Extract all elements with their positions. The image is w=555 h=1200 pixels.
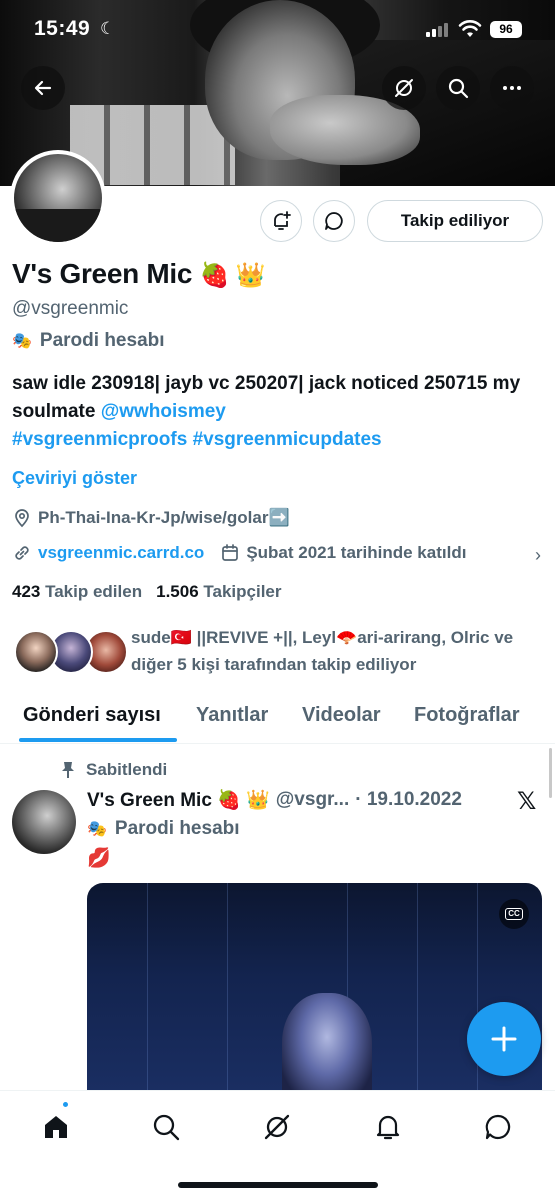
bio-text: saw idle 230918| jayb vc 250207| jack no… bbox=[12, 373, 521, 422]
active-tab-indicator bbox=[19, 738, 177, 742]
status-time: 15:49 bbox=[34, 17, 91, 40]
tab-posts[interactable]: Gönderi sayısı bbox=[23, 704, 161, 727]
bio-hashtags-link[interactable]: #vsgreenmicproofs #vsgreenmicupdates bbox=[12, 429, 382, 450]
nav-explore[interactable] bbox=[146, 1107, 186, 1147]
pinned-indicator: Sabitlendi bbox=[60, 760, 167, 780]
nav-notifications[interactable] bbox=[368, 1107, 408, 1147]
nav-home[interactable] bbox=[36, 1107, 76, 1147]
notifications-icon bbox=[376, 1115, 400, 1140]
x-logo-icon: 𝕏 bbox=[517, 788, 537, 815]
home-unread-dot bbox=[61, 1100, 70, 1109]
back-button[interactable] bbox=[21, 66, 65, 110]
back-arrow-icon bbox=[34, 80, 52, 96]
link-icon bbox=[15, 546, 29, 560]
followed-by-text[interactable]: sude🇹🇷 ||REVIVE +||, Leyl🪭ari-arirang, O… bbox=[131, 624, 541, 678]
closed-captions-button[interactable]: CC bbox=[499, 899, 529, 929]
post-author-name[interactable]: V's Green Mic 🍓 👑 bbox=[87, 788, 270, 812]
parody-label: Parodi hesabı bbox=[39, 330, 165, 351]
profile-tabs: Gönderi sayısı Yanıtlar Videolar Fotoğra… bbox=[0, 698, 555, 744]
nav-messages[interactable] bbox=[478, 1107, 518, 1147]
message-icon bbox=[325, 212, 343, 230]
followers-label: Takipçiler bbox=[203, 582, 282, 601]
follow-counts: 423 Takip edilen 1.506 Takipçiler bbox=[12, 582, 282, 602]
plus-icon bbox=[491, 1026, 517, 1052]
pin-icon bbox=[62, 762, 74, 778]
post-header: V's Green Mic 🍓 👑 @vsgr... · 19.10.2022 bbox=[87, 788, 462, 812]
location-text: Ph-Thai-Ina-Kr-Jp/wise/golar➡️ bbox=[38, 508, 290, 527]
profile-name-emojis: 🍓 👑 bbox=[199, 262, 266, 289]
more-icon bbox=[503, 86, 521, 90]
post-parody-badge: 🎭 Parodi hesabı bbox=[87, 818, 240, 840]
profile-name: V's Green Mic 🍓 👑 bbox=[12, 258, 266, 290]
joined-date: Şubat 2021 tarihinde katıldı bbox=[246, 543, 467, 562]
show-translation-link[interactable]: Çeviriyi göster bbox=[12, 468, 137, 489]
cellular-signal-icon bbox=[426, 23, 448, 37]
post-author-handle[interactable]: @vsgr... bbox=[276, 789, 349, 811]
profile-bio: saw idle 230918| jayb vc 250207| jack no… bbox=[12, 370, 542, 454]
closed-captions-icon: CC bbox=[505, 908, 523, 920]
explore-icon bbox=[153, 1114, 180, 1141]
nav-grok[interactable] bbox=[257, 1107, 297, 1147]
home-indicator[interactable] bbox=[178, 1182, 378, 1188]
following-link[interactable]: 423 Takip edilen bbox=[12, 582, 142, 602]
compose-post-button[interactable] bbox=[467, 1002, 541, 1076]
parody-badge: 🎭 Parodi hesabı bbox=[12, 330, 165, 352]
mutual-followers-avatars[interactable] bbox=[14, 630, 128, 676]
tab-videos[interactable]: Videolar bbox=[302, 704, 381, 727]
following-count: 423 bbox=[12, 582, 41, 601]
messages-icon bbox=[485, 1114, 511, 1140]
message-button[interactable] bbox=[313, 200, 355, 242]
post-date[interactable]: · 19.10.2022 bbox=[355, 789, 462, 811]
location-icon bbox=[15, 509, 29, 528]
profile-handle: @vsgreenmic bbox=[12, 298, 129, 319]
status-bar: 15:49 ☾ 96 bbox=[0, 0, 555, 60]
post-parody-label: Parodi hesabı bbox=[114, 818, 240, 839]
search-button[interactable] bbox=[436, 66, 480, 110]
search-icon bbox=[448, 78, 469, 99]
website-joined-row: vsgreenmic.carrd.co Şubat 2021 tarihinde… bbox=[12, 543, 466, 563]
tab-replies[interactable]: Yanıtlar bbox=[196, 704, 268, 727]
following-button[interactable]: Takip ediliyor bbox=[367, 200, 543, 242]
notifications-subscribe-button[interactable] bbox=[260, 200, 302, 242]
followers-link[interactable]: 1.506 Takipçiler bbox=[156, 582, 281, 602]
post-text: 💋 bbox=[87, 848, 111, 869]
wifi-icon bbox=[458, 20, 482, 37]
home-icon bbox=[45, 1116, 67, 1138]
post-author-avatar[interactable] bbox=[12, 790, 76, 854]
more-options-button[interactable] bbox=[490, 66, 534, 110]
profile-name-text: V's Green Mic bbox=[12, 258, 193, 289]
calendar-icon bbox=[222, 544, 239, 561]
theater-mask-icon: 🎭 bbox=[87, 821, 107, 838]
website-link[interactable]: vsgreenmic.carrd.co bbox=[38, 543, 204, 563]
grok-icon bbox=[264, 1114, 290, 1140]
focus-moon-icon: ☾ bbox=[100, 19, 116, 38]
bio-mention-link[interactable]: @wwhoismey bbox=[101, 401, 226, 422]
theater-mask-icon: 🎭 bbox=[12, 333, 32, 350]
profile-avatar[interactable] bbox=[10, 150, 106, 246]
grok-button[interactable] bbox=[382, 66, 426, 110]
chevron-right-icon[interactable]: › bbox=[535, 545, 541, 566]
bell-plus-icon bbox=[274, 211, 291, 230]
followers-count: 1.506 bbox=[156, 582, 199, 601]
battery-indicator: 96 bbox=[490, 21, 522, 38]
tab-photos[interactable]: Fotoğraflar bbox=[414, 704, 520, 727]
location-row: Ph-Thai-Ina-Kr-Jp/wise/golar➡️ bbox=[12, 508, 290, 528]
grok-icon bbox=[395, 79, 413, 97]
following-label: Takip edilen bbox=[45, 582, 143, 601]
pinned-label: Sabitlendi bbox=[86, 760, 168, 779]
scrollbar[interactable] bbox=[549, 748, 552, 798]
